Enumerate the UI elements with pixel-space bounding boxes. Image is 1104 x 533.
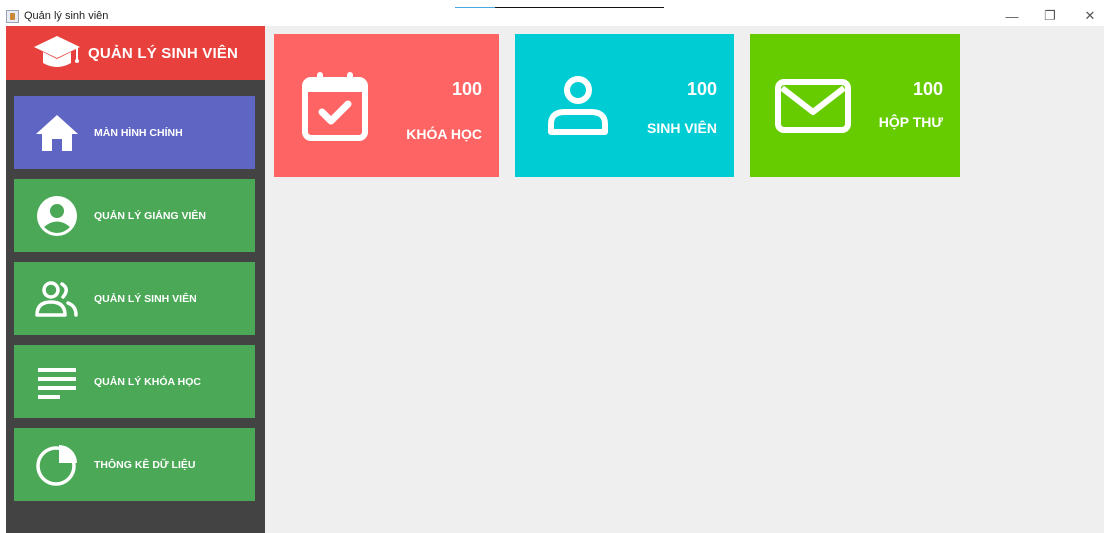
sidebar-item-label: QUẢN LÝ GIẢNG VIÊN	[94, 209, 207, 222]
home-icon	[32, 110, 82, 156]
pie-chart-icon	[32, 442, 82, 488]
window-title: Quản lý sinh viên	[24, 10, 109, 22]
graduation-cap-icon	[32, 33, 82, 73]
card-students[interactable]: 100 SINH VIÊN	[515, 34, 734, 177]
mail-icon	[774, 78, 852, 134]
courses-label: KHÓA HỌC	[406, 126, 482, 142]
user-circle-icon	[32, 193, 82, 239]
user-icon	[545, 74, 611, 136]
sidebar-item-label: QUẢN LÝ KHÓA HỌC	[94, 375, 201, 388]
list-icon	[32, 359, 82, 405]
sidebar-item-home[interactable]: MÀN HÌNH CHÍNH	[14, 96, 255, 169]
java-app-icon	[6, 10, 19, 23]
users-icon	[32, 276, 82, 322]
minimize-button[interactable]: —	[1002, 8, 1022, 24]
sidebar-item-label: THÔNG KÊ DỮ LIỆU	[94, 458, 196, 471]
card-mail[interactable]: 100 HỘP THƯ	[750, 34, 960, 177]
sidebar-item-statistics[interactable]: THÔNG KÊ DỮ LIỆU	[14, 428, 255, 501]
window-title-bar: Quản lý sinh viên — ❐ ✕	[0, 0, 1104, 27]
students-label: SINH VIÊN	[646, 120, 717, 136]
restore-button[interactable]: ❐	[1040, 8, 1060, 24]
calendar-check-icon	[300, 70, 370, 142]
card-courses[interactable]: 100 KHÓA HỌC	[274, 34, 499, 177]
close-button[interactable]: ✕	[1080, 8, 1100, 24]
brand-header: QUẢN LÝ SINH VIÊN	[6, 26, 265, 80]
sidebar-item-label: MÀN HÌNH CHÍNH	[94, 126, 183, 139]
sidebar-item-courses[interactable]: QUẢN LÝ KHÓA HỌC	[14, 345, 255, 418]
mail-label: HỘP THƯ	[878, 114, 943, 130]
sidebar-item-lecturers[interactable]: QUẢN LÝ GIẢNG VIÊN	[14, 179, 255, 252]
loading-indicator	[455, 7, 664, 8]
students-count: 100	[686, 79, 717, 99]
courses-count: 100	[451, 79, 482, 99]
sidebar-item-students[interactable]: QUẢN LÝ SINH VIÊN	[14, 262, 255, 335]
main-content: 100 KHÓA HỌC 100 SINH VIÊN 100 HỘP THƯ	[265, 26, 1104, 533]
brand-title: QUẢN LÝ SINH VIÊN	[88, 44, 239, 62]
mail-count: 100	[912, 79, 943, 99]
sidebar-item-label: QUẢN LÝ SINH VIÊN	[94, 292, 197, 305]
sidebar: QUẢN LÝ SINH VIÊN MÀN HÌNH CHÍNH QUẢN LÝ…	[6, 26, 265, 533]
